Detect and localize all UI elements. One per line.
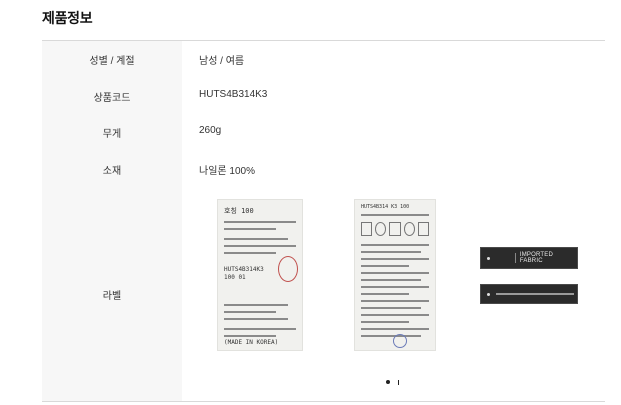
wash-label-print-line bbox=[361, 335, 421, 337]
wash-label-image[interactable]: HUTS4B314 K3 100 bbox=[354, 199, 436, 351]
carousel-dot-inactive[interactable] bbox=[398, 380, 399, 385]
row-value-weight: 260g bbox=[199, 125, 222, 136]
wash-label-print-line bbox=[361, 286, 429, 288]
wash-label-print-line bbox=[361, 214, 429, 216]
row-value-material: 나일론 100% bbox=[199, 166, 255, 177]
wash-label-print-line bbox=[361, 307, 421, 309]
wash-label-print-line bbox=[361, 265, 409, 267]
row-label-product-code: 상품코드 bbox=[93, 93, 131, 104]
care-label-print-line bbox=[224, 311, 276, 313]
care-notice-print-line bbox=[496, 293, 574, 295]
inspection-stamp-icon bbox=[393, 334, 407, 348]
wash-label-print-line bbox=[361, 314, 429, 316]
wash-label-print-line bbox=[361, 300, 429, 302]
care-label-size-text: 호칭 100 bbox=[224, 207, 254, 215]
bottom-divider bbox=[42, 401, 605, 402]
wash-label-code-text: HUTS4B314 K3 100 bbox=[361, 204, 410, 210]
bullet-icon bbox=[487, 292, 490, 296]
row-label-gender-season: 성별 / 계절 bbox=[89, 56, 135, 67]
section-title: 제품정보 bbox=[42, 10, 93, 26]
care-label-origin-text: (MADE IN KOREA) bbox=[224, 339, 279, 346]
wash-label-print-line bbox=[361, 328, 429, 330]
row-label-label: 라벨 bbox=[102, 291, 122, 302]
row-label-weight: 무게 bbox=[102, 129, 122, 140]
care-label-print-line bbox=[224, 328, 296, 330]
wash-label-print-line bbox=[361, 279, 421, 281]
care-label-print-line bbox=[224, 318, 288, 320]
imported-fabric-text: IMPORTED FABRIC bbox=[519, 252, 554, 264]
brand-tag-imported-fabric[interactable]: IMPORTED FABRIC bbox=[480, 247, 578, 269]
brand-logo-icon bbox=[508, 253, 516, 263]
wash-care-symbols-icon bbox=[361, 222, 430, 236]
inspection-stamp-icon bbox=[278, 256, 298, 282]
care-label-image[interactable]: 호칭 100 HUTS4B314K3 100 01 (MADE IN KOREA… bbox=[217, 199, 303, 351]
wash-label-print-line bbox=[361, 293, 409, 295]
care-label-print-line bbox=[224, 304, 288, 306]
wash-label-print-line bbox=[361, 321, 409, 323]
wash-label-print-line bbox=[361, 251, 421, 253]
wash-label-print-line bbox=[361, 272, 429, 274]
row-value-product-code: HUTS4B314K3 bbox=[199, 89, 268, 100]
carousel-dot-active[interactable] bbox=[386, 380, 390, 384]
row-value-gender-season: 남성 / 여름 bbox=[199, 56, 245, 67]
care-label-print-line bbox=[224, 238, 288, 240]
wash-label-print-line bbox=[361, 244, 429, 246]
care-label-print-line bbox=[224, 245, 296, 247]
care-label-code-text: HUTS4B314K3 100 01 bbox=[224, 266, 264, 281]
care-label-print-line bbox=[224, 221, 296, 223]
bullet-icon bbox=[487, 256, 490, 260]
wash-label-print-line bbox=[361, 258, 429, 260]
row-label-material: 소재 bbox=[102, 166, 122, 177]
care-label-print-line bbox=[224, 228, 276, 230]
brand-tag-care-notice[interactable] bbox=[480, 284, 578, 304]
